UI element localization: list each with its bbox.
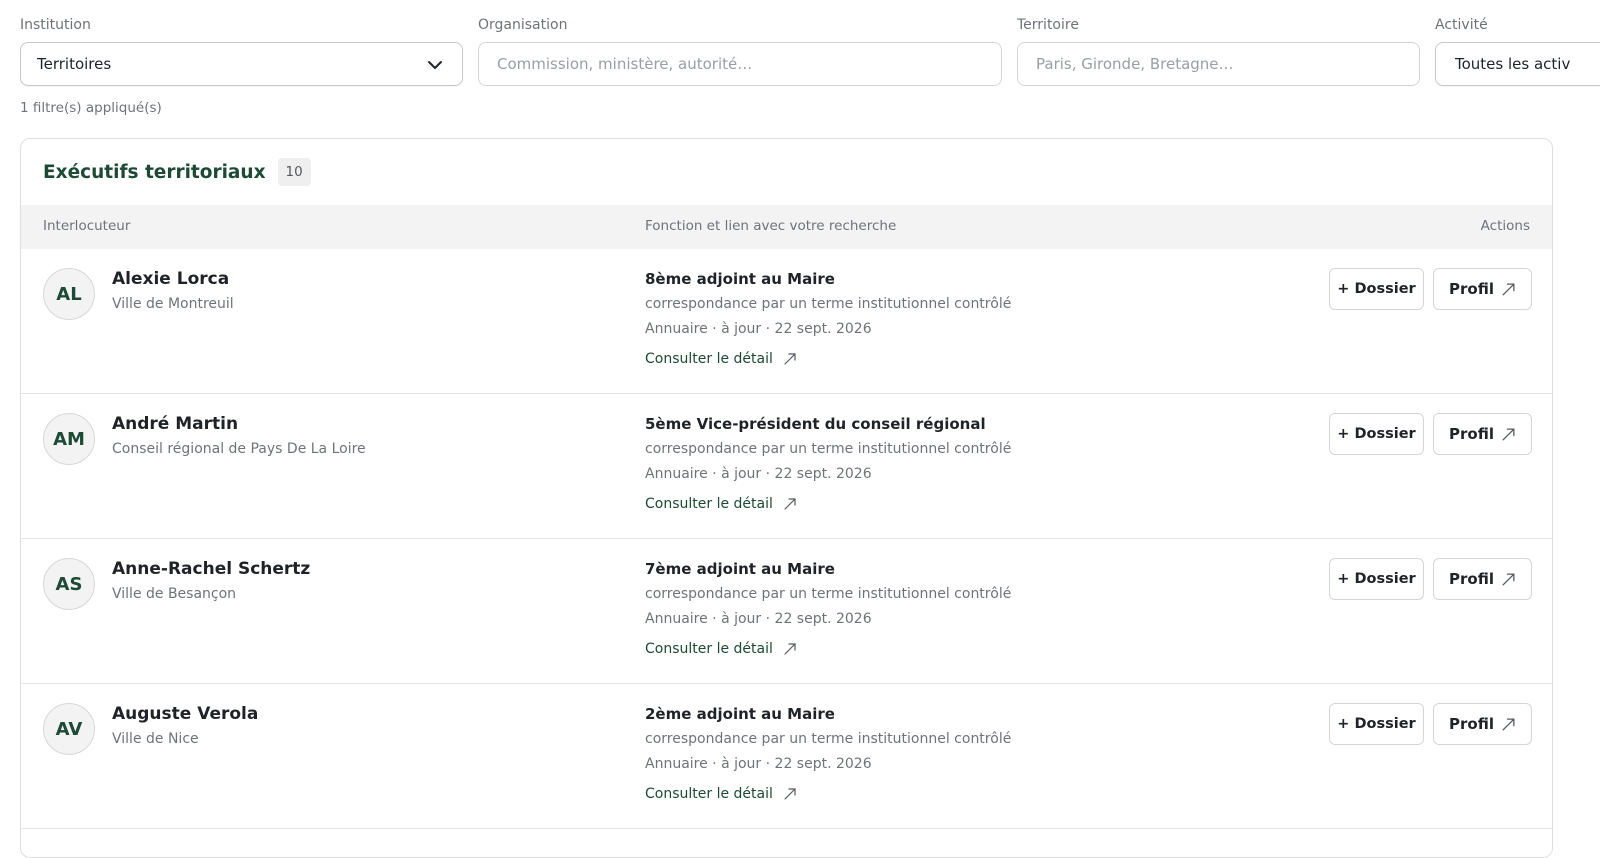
institution-select[interactable]: Territoires (20, 42, 463, 86)
source-meta: Annuaire · à jour · 22 sept. 2026 (645, 756, 872, 772)
match-reason: correspondance par un terme institutionn… (645, 441, 1012, 457)
column-function: Fonction et lien avec votre recherche (645, 218, 897, 234)
table-row: AS Anne-Rachel Schertz Ville de Besançon… (21, 539, 1552, 684)
add-dossier-button[interactable]: + Dossier (1329, 558, 1424, 600)
arrow-up-right-icon (1502, 718, 1515, 731)
profile-button[interactable]: Profil (1433, 268, 1532, 310)
avatar: AS (43, 558, 95, 610)
activite-value: Toutes les activ (1455, 55, 1571, 73)
detail-link-label: Consulter le détail (645, 786, 773, 802)
territoire-field[interactable] (1017, 42, 1420, 86)
chevron-down-icon (428, 61, 442, 69)
detail-link[interactable]: Consulter le détail (645, 786, 797, 802)
profile-button-label: Profil (1449, 425, 1494, 443)
arrow-up-right-icon (1502, 573, 1515, 586)
table-row: AV Auguste Verola Ville de Nice 2ème adj… (21, 684, 1552, 829)
arrow-up-right-icon (784, 643, 796, 655)
institution-value: Territoires (37, 55, 112, 73)
source-meta: Annuaire · à jour · 22 sept. 2026 (645, 466, 872, 482)
activite-label: Activité (1435, 17, 1488, 33)
results-header: Exécutifs territoriaux 10 (21, 139, 1552, 205)
function-title: 7ème adjoint au Maire (645, 560, 835, 578)
profile-button-label: Profil (1449, 280, 1494, 298)
organisation-field[interactable] (478, 42, 1002, 86)
results-title: Exécutifs territoriaux (43, 161, 266, 183)
table-row: AL Alexie Lorca Ville de Montreuil 8ème … (21, 249, 1552, 394)
source-meta: Annuaire · à jour · 22 sept. 2026 (645, 321, 872, 337)
detail-link-label: Consulter le détail (645, 496, 773, 512)
organisation-label: Organisation (478, 17, 568, 33)
activite-select[interactable]: Toutes les activ (1435, 42, 1600, 86)
person-name: André Martin (112, 414, 239, 434)
detail-link-label: Consulter le détail (645, 351, 773, 367)
person-organisation: Ville de Montreuil (112, 296, 234, 312)
match-reason: correspondance par un terme institutionn… (645, 731, 1012, 747)
applied-filters-count: 1 filtre(s) appliqué(s) (20, 100, 162, 116)
profile-button-label: Profil (1449, 715, 1494, 733)
detail-link[interactable]: Consulter le détail (645, 496, 797, 512)
organisation-input[interactable] (495, 54, 985, 74)
function-title: 2ème adjoint au Maire (645, 705, 835, 723)
source-meta: Annuaire · à jour · 22 sept. 2026 (645, 611, 872, 627)
profile-button[interactable]: Profil (1433, 413, 1532, 455)
institution-label: Institution (20, 17, 91, 33)
table-header: Interlocuteur Fonction et lien avec votr… (21, 205, 1552, 249)
results-count-badge: 10 (277, 158, 311, 186)
person-organisation: Conseil régional de Pays De La Loire (112, 441, 366, 457)
person-organisation: Ville de Besançon (112, 586, 237, 602)
filter-bar: Institution Territoires Organisation Ter… (0, 0, 1600, 130)
function-title: 5ème Vice-président du conseil régional (645, 415, 986, 433)
person-organisation: Ville de Nice (112, 731, 199, 747)
match-reason: correspondance par un terme institutionn… (645, 586, 1012, 602)
arrow-up-right-icon (784, 788, 796, 800)
add-dossier-button[interactable]: + Dossier (1329, 268, 1424, 310)
add-dossier-button[interactable]: + Dossier (1329, 413, 1424, 455)
territoire-label: Territoire (1017, 17, 1079, 33)
person-name: Alexie Lorca (112, 269, 230, 289)
avatar: AM (43, 413, 95, 465)
column-interlocutor: Interlocuteur (43, 218, 131, 234)
results-card: Exécutifs territoriaux 10 Interlocuteur … (20, 138, 1553, 858)
column-actions: Actions (1480, 218, 1530, 234)
avatar: AV (43, 703, 95, 755)
function-title: 8ème adjoint au Maire (645, 270, 835, 288)
profile-button[interactable]: Profil (1433, 558, 1532, 600)
person-name: Anne-Rachel Schertz (112, 559, 311, 579)
results-list: AL Alexie Lorca Ville de Montreuil 8ème … (21, 249, 1552, 829)
match-reason: correspondance par un terme institutionn… (645, 296, 1012, 312)
territoire-input[interactable] (1034, 54, 1403, 74)
profile-button[interactable]: Profil (1433, 703, 1532, 745)
detail-link[interactable]: Consulter le détail (645, 641, 797, 657)
arrow-up-right-icon (784, 353, 796, 365)
arrow-up-right-icon (1502, 428, 1515, 441)
person-name: Auguste Verola (112, 704, 259, 724)
detail-link[interactable]: Consulter le détail (645, 351, 797, 367)
profile-button-label: Profil (1449, 570, 1494, 588)
detail-link-label: Consulter le détail (645, 641, 773, 657)
arrow-up-right-icon (784, 498, 796, 510)
add-dossier-button[interactable]: + Dossier (1329, 703, 1424, 745)
avatar: AL (43, 268, 95, 320)
table-row: AM André Martin Conseil régional de Pays… (21, 394, 1552, 539)
arrow-up-right-icon (1502, 283, 1515, 296)
